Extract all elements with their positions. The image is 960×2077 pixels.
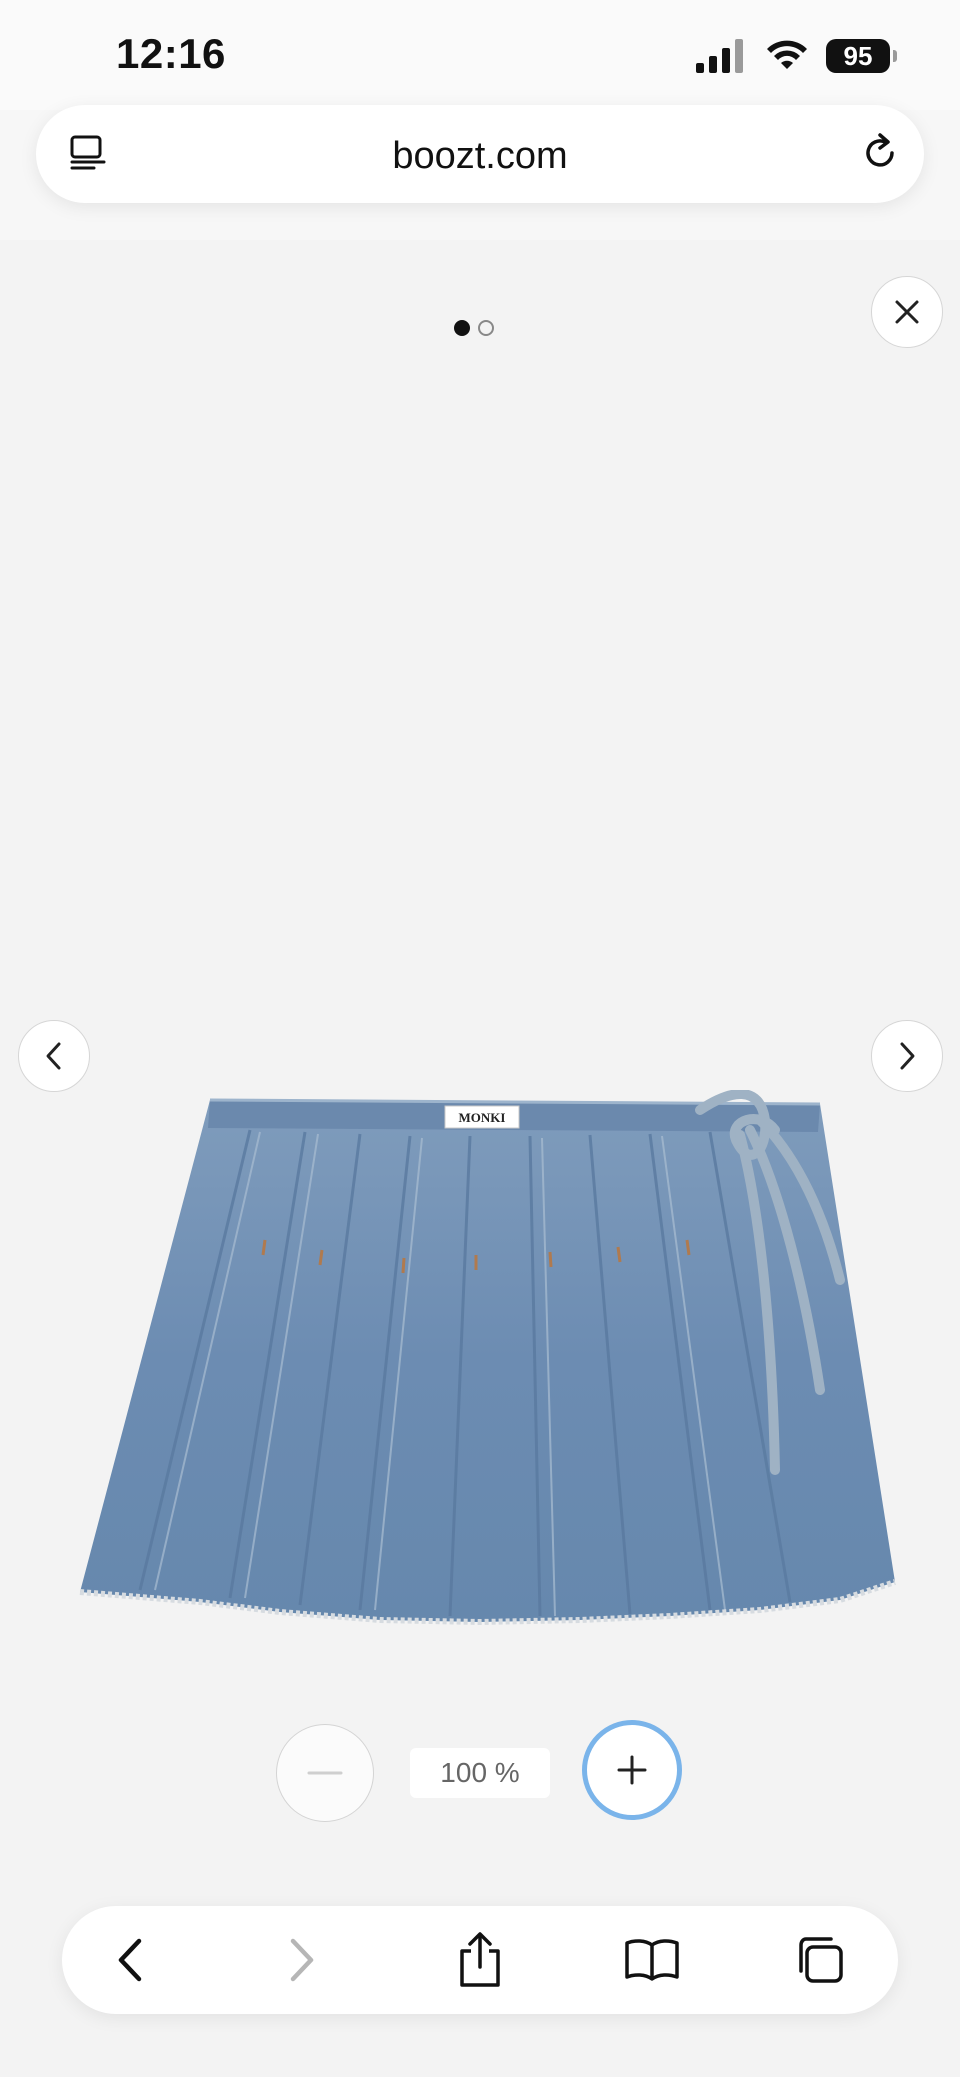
chevron-left-icon	[46, 1042, 61, 1070]
zoom-level: 100 %	[410, 1748, 550, 1798]
chevron-right-icon	[900, 1042, 915, 1070]
minus-icon	[307, 1771, 343, 1775]
brand-label: MONKI	[459, 1110, 506, 1125]
status-icons: 95	[696, 36, 897, 76]
wifi-icon	[767, 40, 807, 69]
back-button[interactable]	[96, 1926, 164, 1994]
tabs-icon	[799, 1937, 843, 1983]
zoom-controls: 100 %	[0, 1720, 960, 1830]
back-icon	[118, 1938, 142, 1982]
forward-icon	[290, 1938, 314, 1982]
close-icon	[895, 300, 919, 324]
browser-toolbar	[62, 1906, 898, 2014]
reload-icon[interactable]	[858, 131, 902, 175]
product-image-denim-skirt[interactable]: MONKI	[60, 1090, 910, 1650]
zoom-out-button[interactable]	[276, 1724, 374, 1822]
close-button[interactable]	[871, 276, 943, 348]
zoom-in-button[interactable]	[582, 1720, 682, 1820]
next-image-button[interactable]	[871, 1020, 943, 1092]
share-button[interactable]	[446, 1926, 514, 1994]
gallery-pagination	[454, 320, 494, 336]
url-text[interactable]: boozt.com	[36, 135, 924, 178]
battery-level: 95	[843, 40, 873, 71]
signal-icon	[696, 39, 743, 73]
gallery-dot[interactable]	[478, 320, 494, 336]
forward-button[interactable]	[268, 1926, 336, 1994]
share-icon	[460, 1932, 500, 1987]
status-bar: 12:16 95	[0, 0, 960, 110]
tabs-button[interactable]	[786, 1926, 854, 1994]
bookmarks-icon	[625, 1939, 679, 1981]
previous-image-button[interactable]	[18, 1020, 90, 1092]
bookmarks-button[interactable]	[618, 1926, 686, 1994]
gallery-dot-active[interactable]	[454, 320, 470, 336]
browser-chrome: 12:16 95 boozt.com	[0, 0, 960, 240]
status-time: 12:16	[116, 30, 226, 77]
plus-icon	[617, 1755, 647, 1785]
battery-icon: 95	[826, 39, 897, 73]
url-bar[interactable]: boozt.com	[36, 105, 924, 203]
